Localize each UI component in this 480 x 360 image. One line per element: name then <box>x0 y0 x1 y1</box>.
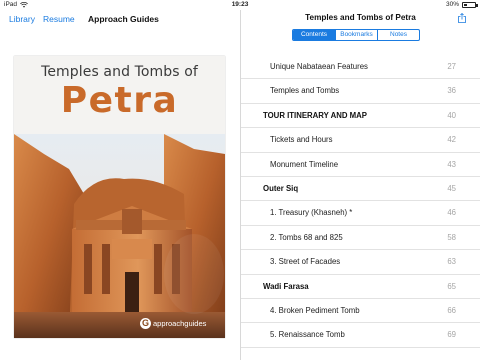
toc-page-number: 65 <box>447 281 456 291</box>
toc-row[interactable]: Unique Nabataean Features 27 <box>241 55 480 80</box>
toc-page-number: 46 <box>447 208 456 218</box>
toc-page-number: 45 <box>447 183 456 193</box>
toc-row[interactable]: 1. Treasury (Khasneh) * 46 <box>241 201 480 226</box>
book-title: Temples and Tombs of Petra <box>305 13 416 22</box>
toc-section-row[interactable]: TOUR ITINERARY AND MAP 40 <box>241 104 480 129</box>
status-bar: iPad 19:23 30% <box>0 0 480 10</box>
toc-label: Unique Nabataean Features <box>270 62 368 71</box>
toc-page-number: 58 <box>447 232 456 242</box>
left-nav-title: Approach Guides <box>88 14 159 24</box>
toc-label: Wadi Farasa <box>263 281 309 291</box>
toc-label: 4. Broken Pediment Tomb <box>270 305 360 315</box>
toc-label: Temples and Tombs <box>270 86 340 96</box>
cover-main-title: Petra <box>60 80 179 121</box>
toc-page-number: 42 <box>447 135 456 145</box>
resume-button[interactable]: Resume <box>43 14 75 24</box>
tab-bookmarks[interactable]: Bookmarks <box>335 30 377 40</box>
toc-row[interactable]: 4. Broken Pediment Tomb 66 <box>241 299 480 324</box>
toc-label: Monument Timeline <box>270 159 339 169</box>
toc-page-number: 40 <box>447 110 456 120</box>
toc-page-number: 63 <box>447 257 456 267</box>
toc-label: Outer Siq <box>263 183 299 193</box>
toc-label: 5. Renaissance Tomb <box>270 330 345 340</box>
contents-pane: Temples and Tombs of Petra Contents Book… <box>241 10 480 360</box>
toc-row[interactable]: 2. Tombs 68 and 825 58 <box>241 226 480 251</box>
toc-section-row[interactable]: Wadi Farasa 65 <box>241 275 480 299</box>
toc-row[interactable]: Monument Timeline 43 <box>241 153 480 177</box>
status-time: 19:23 <box>231 1 249 8</box>
book-cover[interactable]: Temples and Tombs of Petra G approachgui… <box>14 56 225 338</box>
brand-name: approachguides <box>153 319 207 328</box>
book-detail-pane: Library Resume Approach Guides Temples a… <box>0 10 240 360</box>
toc-row[interactable]: 5. Renaissance Tomb 69 <box>241 323 480 348</box>
cover-photo <box>14 134 225 338</box>
table-of-contents: Unique Nabataean Features 27 Temples and T… <box>241 55 480 348</box>
toc-label: Tickets and Hours <box>270 135 333 145</box>
toc-label: TOUR ITINERARY AND MAP <box>263 110 367 120</box>
library-button[interactable]: Library <box>9 14 35 24</box>
brand-mark: G approachguides <box>140 318 206 329</box>
cover-subtitle: Temples and Tombs of <box>41 64 198 80</box>
toc-page-number: 66 <box>447 305 456 315</box>
toc-page-number: 27 <box>447 62 456 71</box>
cover-title-band: Temples and Tombs of Petra <box>14 56 225 134</box>
battery-icon <box>462 1 478 8</box>
share-icon[interactable] <box>458 13 466 23</box>
toc-row[interactable]: Tickets and Hours 42 <box>241 128 480 153</box>
toc-page-number: 43 <box>447 159 456 169</box>
toc-page-number: 69 <box>447 330 456 340</box>
toc-label: 1. Treasury (Khasneh) * <box>270 208 353 218</box>
toc-page-number: 36 <box>447 86 456 96</box>
tab-contents[interactable]: Contents <box>293 30 335 40</box>
segmented-control: Contents Bookmarks Notes <box>292 29 420 41</box>
tab-notes[interactable]: Notes <box>377 30 419 40</box>
approach-guides-logo-icon: G <box>140 318 151 329</box>
toc-section-row[interactable]: Outer Siq 45 <box>241 177 480 202</box>
toc-row[interactable]: 3. Street of Facades 63 <box>241 250 480 275</box>
status-right: 30% <box>445 1 478 8</box>
battery-percent: 30% <box>445 1 459 8</box>
toc-row[interactable]: Temples and Tombs 36 <box>241 79 480 104</box>
toc-label: 2. Tombs 68 and 825 <box>270 232 343 242</box>
toc-label: 3. Street of Facades <box>270 257 341 267</box>
left-nav-bar: Library Resume Approach Guides <box>0 10 240 30</box>
